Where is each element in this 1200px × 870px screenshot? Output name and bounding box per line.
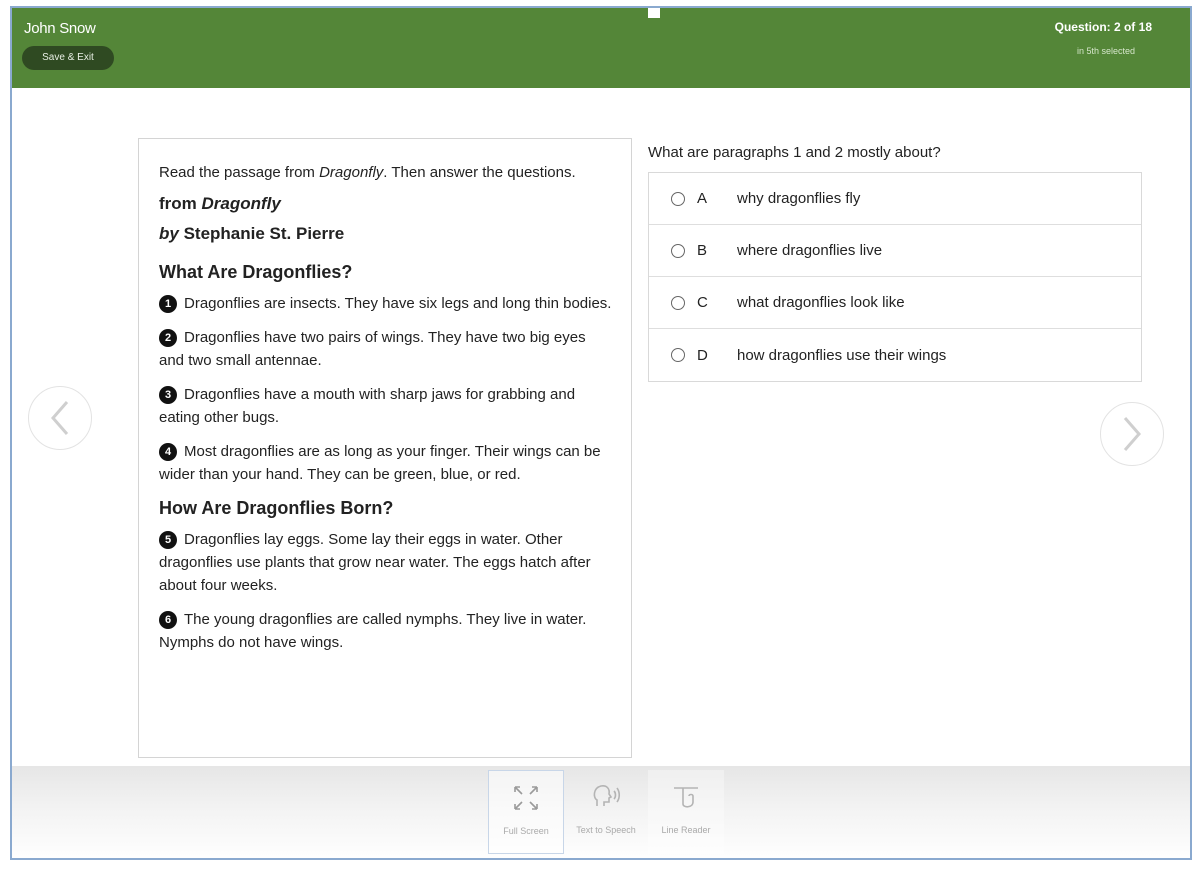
option-text: what dragonflies look like	[737, 294, 905, 311]
answer-option-b[interactable]: B where dragonflies live	[649, 225, 1141, 277]
radio-button[interactable]	[671, 243, 685, 258]
previous-question-button[interactable]	[28, 386, 92, 450]
paragraph-text: Dragonflies are insects. They have six l…	[184, 295, 612, 312]
paragraph: 4 Most dragonflies are as long as your fi…	[159, 440, 613, 486]
paragraph-text: Most dragonflies are as long as your fin…	[159, 443, 601, 483]
paragraph: 6 The young dragonflies are called nymphs…	[159, 608, 613, 654]
test-frame: John Snow Save & Exit Question: 2 of 18 …	[10, 6, 1192, 860]
full-screen-button[interactable]: Full Screen	[488, 770, 564, 854]
full-screen-label: Full Screen	[503, 826, 549, 836]
paragraph-text: Dragonflies have a mouth with sharp jaws…	[159, 386, 576, 426]
question-sub-status: in 5th selected	[1076, 46, 1135, 56]
radio-button[interactable]	[671, 295, 685, 310]
line-reader-icon	[674, 787, 698, 808]
text-to-speech-label: Text to Speech	[576, 825, 636, 835]
paragraph: 5 Dragonflies lay eggs. Some lay their eg…	[159, 528, 613, 597]
option-letter: D	[697, 346, 708, 364]
paragraph-number: 3	[159, 386, 177, 404]
next-question-button[interactable]	[1100, 402, 1164, 466]
option-text: how dragonflies use their wings	[737, 346, 947, 364]
student-name: John Snow	[24, 20, 96, 37]
speaking-head-icon	[593, 785, 621, 806]
paragraph: 3 Dragonflies have a mouth with sharp jaw…	[159, 383, 613, 429]
answer-option-a[interactable]: A why dragonflies fly	[649, 173, 1141, 225]
top-notch	[648, 8, 660, 18]
option-letter: A	[697, 190, 708, 207]
passage-instructions: Read the passage from Dragonfly. Then an…	[159, 161, 613, 184]
top-bar: John Snow Save & Exit Question: 2 of 18 …	[12, 8, 1190, 88]
expand-arrows-icon	[514, 786, 538, 810]
radio-button[interactable]	[671, 191, 685, 206]
radio-button[interactable]	[671, 348, 685, 362]
paragraph-number: 1	[159, 295, 177, 313]
answer-choices: A why dragonflies fly B where dragonflie…	[648, 172, 1142, 382]
paragraph-number: 5	[159, 531, 177, 549]
paragraph-text: Dragonflies lay eggs. Some lay their egg…	[159, 531, 591, 594]
paragraph: 2 Dragonflies have two pairs of wings. Th…	[159, 326, 613, 372]
line-reader-label: Line Reader	[661, 825, 711, 835]
option-text: why dragonflies fly	[737, 190, 861, 207]
paragraph-number: 2	[159, 329, 177, 347]
section-heading: How Are Dragonflies Born?	[159, 498, 394, 518]
save-exit-button[interactable]: Save & Exit	[22, 46, 114, 70]
chevron-left-icon	[51, 401, 69, 435]
option-letter: C	[697, 294, 708, 311]
question-prompt: What are paragraphs 1 and 2 mostly about…	[648, 144, 941, 161]
section-heading: What Are Dragonflies?	[159, 262, 353, 282]
option-text: where dragonflies live	[737, 242, 883, 259]
answer-option-d[interactable]: D how dragonflies use their wings	[649, 329, 1141, 381]
source-author: by Stephanie St. Pierre	[159, 224, 345, 243]
option-letter: B	[697, 242, 708, 259]
intro-text: Read the passage from	[159, 164, 320, 181]
line-reader-button[interactable]: Line Reader	[648, 770, 724, 854]
source-title: from Dragonfly	[159, 194, 281, 213]
text-to-speech-button[interactable]: Text to Speech	[568, 770, 644, 854]
question-counter: Question: 2 of 18	[1054, 20, 1152, 34]
intro-text-end: . Then answer the questions.	[383, 164, 576, 181]
paragraph: 1 Dragonflies are insects. They have six …	[159, 292, 613, 315]
paragraph-text: The young dragonflies are called nymphs.…	[159, 611, 587, 651]
reading-passage: Read the passage from Dragonfly. Then an…	[138, 138, 632, 758]
paragraph-number: 6	[159, 611, 177, 629]
chevron-right-icon	[1123, 417, 1141, 451]
answer-option-c[interactable]: C what dragonflies look like	[649, 277, 1141, 329]
paragraph-text: Dragonflies have two pairs of wings. The…	[159, 329, 586, 369]
paragraph-number: 4	[159, 443, 177, 461]
intro-title: Dragonfly	[319, 164, 384, 181]
